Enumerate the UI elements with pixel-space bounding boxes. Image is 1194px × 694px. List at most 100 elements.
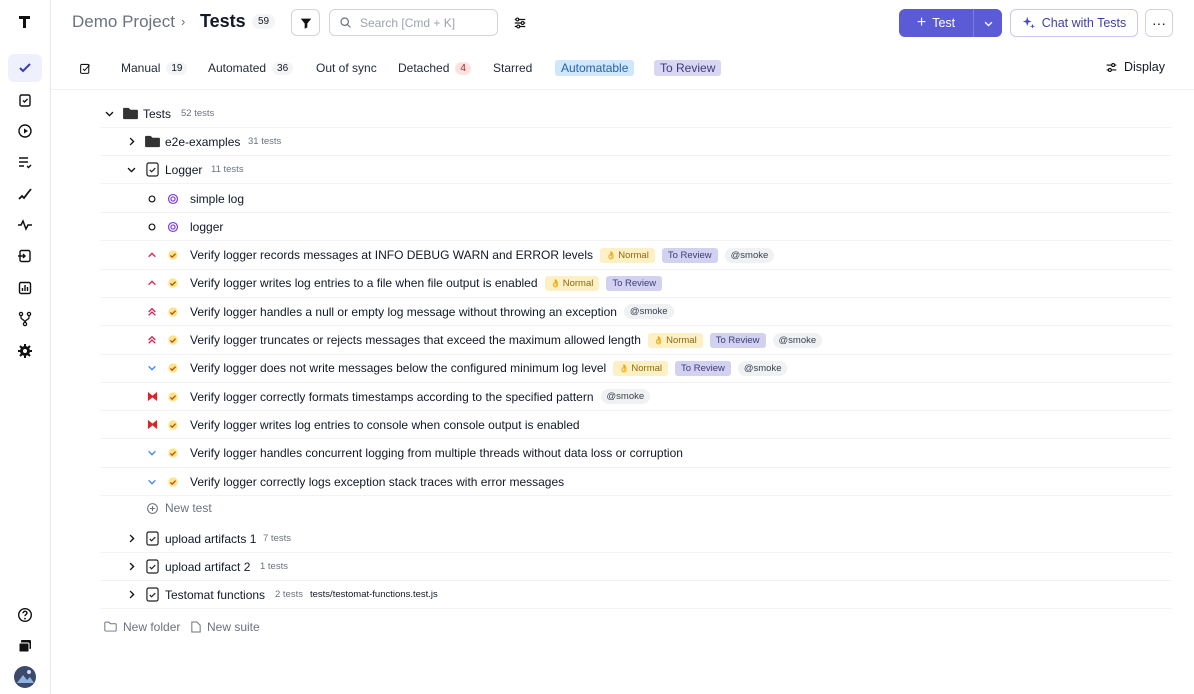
tree-suite-logger[interactable]: Logger 11 tests [100,156,1172,184]
manual-test-icon [167,249,179,261]
tests-check-icon[interactable] [8,54,42,82]
smoke-tag[interactable]: @smoke [724,247,775,263]
test-row[interactable]: Verify logger handles a null or empty lo… [100,298,1172,327]
display-button[interactable]: Display [1105,60,1165,74]
test-row[interactable]: Verify logger correctly logs exception s… [100,468,1172,496]
test-row[interactable]: Verify logger records messages at INFO D… [100,242,1172,270]
logo-icon[interactable] [8,8,42,36]
chevron-down-icon[interactable] [104,108,115,119]
new-test-link[interactable]: New test [146,501,212,515]
tree-folder-tests[interactable]: Tests 52 tests [100,100,1172,128]
priority-up-icon [147,278,157,288]
suite-count: 1 tests [260,561,288,572]
analytics-icon[interactable] [8,274,42,302]
tests-count-badge: 59 [252,14,276,29]
test-row[interactable]: Verify logger does not write messages be… [100,355,1172,383]
test-title[interactable]: Verify logger records messages at INFO D… [190,248,593,262]
priority-down-icon [147,477,157,487]
filter-icon [300,18,311,29]
test-title[interactable]: Verify logger correctly logs exception s… [190,475,564,489]
tab-to-review[interactable]: To Review [654,60,722,76]
test-row[interactable]: Verify logger writes log entries to cons… [100,411,1172,440]
folder-icon [145,135,160,148]
new-test-dropdown[interactable] [973,9,1002,37]
test-title[interactable]: Verify logger handles concurrent logging… [190,446,683,460]
folder-count: 31 tests [248,136,282,147]
plans-list-icon[interactable] [8,148,42,176]
folder-outline-icon [104,621,117,632]
more-options-button[interactable]: ··· [1145,9,1173,37]
test-row[interactable]: logger [100,213,1172,242]
tab-manual[interactable]: Manual 19 [121,61,188,75]
new-suite-link[interactable]: New suite [191,620,260,634]
tab-detached[interactable]: Detached 4 [398,61,471,75]
test-row[interactable]: Verify logger truncates or rejects messa… [100,327,1172,355]
top-header: Demo Project › Tests 59 + Test Chat with… [51,0,1194,46]
manual-test-icon [167,306,179,318]
priority-high-icon [147,335,157,345]
runs-play-icon[interactable] [8,117,42,145]
help-icon[interactable] [8,601,42,629]
projects-icon[interactable] [8,632,42,660]
search-box[interactable] [329,9,498,36]
pulse-icon[interactable] [8,211,42,239]
test-title[interactable]: Verify logger writes log entries to cons… [190,418,580,432]
new-suite-label: New suite [207,620,260,634]
chevron-right-icon[interactable] [126,533,137,544]
test-title[interactable]: Verify logger handles a null or empty lo… [190,305,617,319]
tab-automatable[interactable]: Automatable [555,60,635,76]
test-row[interactable]: simple log [100,185,1172,213]
test-title[interactable]: Verify logger correctly formats timestam… [190,390,594,404]
chevron-down-icon[interactable] [126,164,137,175]
test-title[interactable]: Verify logger does not write messages be… [190,361,606,375]
suite-file-icon [146,531,159,546]
new-folder-link[interactable]: New folder [104,620,180,634]
to-review-badge: To Review [675,360,731,376]
tree-suite-upload-artifact-2[interactable]: upload artifact 2 1 tests [100,553,1172,581]
steps-icon[interactable] [8,180,42,208]
new-test-button[interactable]: + Test [899,9,973,37]
clipboard-icon[interactable] [8,86,42,114]
tree-suite-upload-artifacts-1[interactable]: upload artifacts 1 7 tests [100,525,1172,553]
tab-automated[interactable]: Automated 36 [208,61,294,75]
chevron-right-icon[interactable] [126,136,137,147]
tree-suite-testomat-functions[interactable]: Testomat functions 2 tests tests/testoma… [100,581,1172,609]
avatar[interactable] [8,663,42,691]
settings-gear-icon[interactable] [8,337,42,365]
suite-file-icon [146,559,159,574]
priority-normal-badge: 👌 Normal [613,360,669,376]
tab-starred[interactable]: Starred [493,61,532,75]
chat-with-tests-button[interactable]: Chat with Tests [1010,9,1138,37]
ok-hand-icon: 👌 [550,278,563,288]
tab-automated-count: 36 [272,61,294,75]
priority-crit-icon [147,391,158,402]
smoke-tag[interactable]: @smoke [772,332,823,348]
chat-label: Chat with Tests [1041,16,1127,30]
chevron-right-icon[interactable] [126,589,137,600]
test-row[interactable]: Verify logger handles concurrent logging… [100,440,1172,468]
search-input[interactable] [360,15,490,30]
test-title[interactable]: logger [190,220,223,234]
smoke-tag[interactable]: @smoke [737,360,788,376]
filter-button[interactable] [291,9,320,36]
test-title[interactable]: Verify logger writes log entries to a fi… [190,276,538,290]
test-row[interactable]: Verify logger writes log entries to a fi… [100,270,1172,298]
smoke-tag[interactable]: @smoke [623,304,674,320]
tree-folder-e2e-examples[interactable]: e2e-examples 31 tests [100,128,1172,156]
edit-checklist-icon[interactable] [79,62,92,75]
priority-normal-label: Normal [562,277,594,289]
import-icon[interactable] [8,242,42,270]
chevron-right-icon[interactable] [126,561,137,572]
suite-count: 2 tests [275,589,303,600]
tab-out-of-sync[interactable]: Out of sync [316,61,377,75]
test-title[interactable]: Verify logger truncates or rejects messa… [190,333,641,347]
priority-up-icon [147,250,157,260]
smoke-tag[interactable]: @smoke [600,389,651,405]
suite-count: 11 tests [211,164,244,175]
test-row[interactable]: Verify logger correctly formats timestam… [100,383,1172,412]
adjust-button[interactable] [509,12,531,34]
breadcrumb-project[interactable]: Demo Project [72,12,175,32]
to-review-badge: To Review [661,247,718,263]
test-title[interactable]: simple log [190,192,244,206]
branches-icon[interactable] [8,305,42,333]
